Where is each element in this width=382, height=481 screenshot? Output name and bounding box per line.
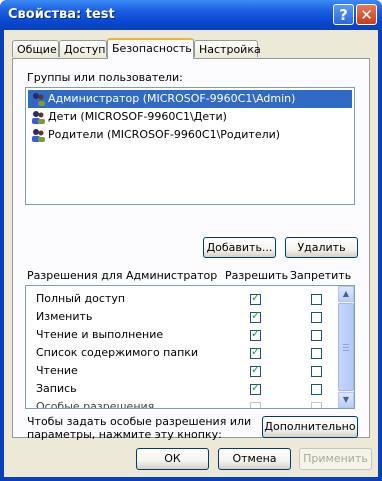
users-icon — [32, 129, 45, 142]
list-item-label: Родители (MICROSOF-9960C1\Родители) — [48, 128, 281, 141]
apply-button: Применить — [299, 448, 372, 470]
allow-checkbox-special — [250, 402, 261, 408]
window-title: Свойства: test — [8, 7, 115, 22]
allow-header: Разрешить — [225, 269, 289, 282]
allow-checkbox-write[interactable] — [250, 381, 261, 395]
deny-checkbox-modify[interactable] — [311, 312, 322, 323]
users-icon — [32, 111, 45, 124]
help-button[interactable]: ? — [333, 4, 354, 25]
deny-header: Запретить — [290, 269, 352, 282]
title-bar[interactable]: Свойства: test ? ✕ — [0, 0, 382, 30]
grip-line — [343, 347, 349, 348]
grip-line — [343, 350, 349, 351]
grip-line — [343, 344, 349, 345]
deny-checkbox-read[interactable] — [311, 366, 322, 377]
advanced-hint: Чтобы задать особые разрешения или парам… — [27, 415, 251, 441]
users-icon — [32, 93, 45, 106]
security-panel: Группы или пользователи: Администратор (… — [12, 58, 370, 441]
allow-checkbox-read-execute[interactable] — [250, 327, 261, 341]
allow-checkbox-read[interactable] — [250, 363, 261, 377]
advanced-hint-line-2: параметры, нажмите эту кнопку: — [27, 428, 222, 441]
tab-sharing[interactable]: Доступ — [59, 40, 107, 57]
groups-listbox[interactable]: Администратор (MICROSOF-9960C1\Admin) Де… — [25, 87, 355, 205]
permission-read-execute: Чтение и выполнение — [36, 328, 164, 341]
permission-read: Чтение — [36, 364, 78, 377]
permission-full-control: Полный доступ — [36, 292, 126, 305]
allow-checkbox-full-control[interactable] — [250, 291, 261, 305]
tab-general[interactable]: Общие — [12, 40, 59, 57]
deny-checkbox-write[interactable] — [311, 384, 322, 395]
scroll-thumb[interactable] — [338, 303, 354, 391]
remove-button[interactable]: Удалить — [285, 237, 358, 258]
permissions-scrollbar[interactable]: ▲ ▼ — [338, 286, 354, 408]
list-item-label: Администратор (MICROSOF-9960C1\Admin) — [48, 92, 296, 105]
permissions-list[interactable]: Полный доступ Изменить Чтение и выполнен… — [25, 285, 355, 409]
deny-checkbox-list-folder[interactable] — [311, 348, 322, 359]
scroll-up-icon[interactable]: ▲ — [338, 286, 354, 302]
list-item-label: Дети (MICROSOF-9960C1\Дети) — [48, 110, 227, 123]
groups-label: Группы или пользователи: — [27, 71, 183, 84]
allow-checkbox-list-folder[interactable] — [250, 345, 261, 359]
permission-modify: Изменить — [36, 310, 93, 323]
tab-security[interactable]: Безопасность — [107, 38, 194, 59]
allow-checkbox-modify[interactable] — [250, 309, 261, 323]
scroll-down-icon[interactable]: ▼ — [338, 392, 354, 408]
permission-special: Особые разрешения — [36, 400, 155, 409]
properties-window: Свойства: test ? ✕ Общие Доступ Безопасн… — [0, 0, 382, 481]
deny-checkbox-full-control[interactable] — [311, 294, 322, 305]
tab-settings[interactable]: Настройка — [194, 40, 261, 57]
permission-list-folder: Список содержимого папки — [36, 346, 199, 359]
list-item-children[interactable]: Дети (MICROSOF-9960C1\Дети) — [28, 108, 352, 126]
dialog-body: Общие Доступ Безопасность Настройка Груп… — [4, 30, 378, 477]
add-button[interactable]: Добавить... — [203, 237, 276, 258]
advanced-button[interactable]: Дополнительно — [262, 416, 358, 438]
cancel-button[interactable]: Отмена — [218, 448, 291, 470]
permissions-title: Разрешения для Администратор — [27, 269, 218, 282]
permission-write: Запись — [36, 382, 77, 395]
list-item-admin[interactable]: Администратор (MICROSOF-9960C1\Admin) — [28, 90, 352, 108]
ok-button[interactable]: ОК — [136, 448, 209, 470]
close-button[interactable]: ✕ — [356, 4, 377, 25]
deny-checkbox-special — [311, 402, 322, 408]
deny-checkbox-read-execute[interactable] — [311, 330, 322, 341]
advanced-hint-line-1: Чтобы задать особые разрешения или — [27, 415, 252, 428]
list-item-parents[interactable]: Родители (MICROSOF-9960C1\Родители) — [28, 126, 352, 144]
